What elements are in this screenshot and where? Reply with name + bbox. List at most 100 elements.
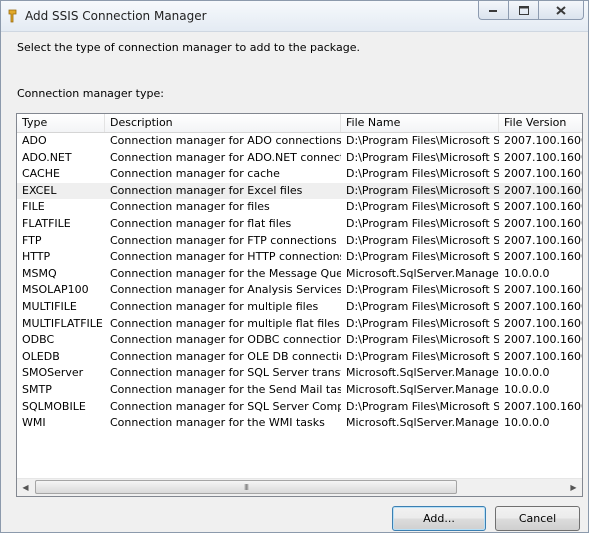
list-item[interactable]: MSOLAP100 Connection manager for Analysis… bbox=[17, 282, 582, 299]
connection-manager-list[interactable]: Type Description File Name File Version … bbox=[16, 113, 583, 497]
list-item[interactable]: WMI Connection manager for the WMI tasks M… bbox=[17, 415, 582, 432]
list-header: Type Description File Name File Version bbox=[17, 114, 582, 133]
cell-type: SMTP bbox=[22, 382, 52, 396]
cell-type: FTP bbox=[22, 233, 42, 247]
cell-type: MULTIFLATFILE bbox=[22, 316, 103, 330]
cell-description: Connection manager for Analysis Services… bbox=[110, 283, 341, 297]
cell-file-version: 2007.100.1600.22 bbox=[504, 333, 582, 347]
close-button[interactable] bbox=[538, 1, 584, 20]
window-title: Add SSIS Connection Manager bbox=[25, 9, 207, 23]
minimize-button[interactable] bbox=[478, 1, 508, 20]
list-rows: ADO Connection manager for ADO connection… bbox=[17, 133, 582, 432]
list-item[interactable]: MULTIFILE Connection manager for multiple… bbox=[17, 299, 582, 316]
cell-description: Connection manager for ODBC connections bbox=[110, 333, 341, 347]
cell-type: MULTIFILE bbox=[22, 299, 77, 313]
cell-file-name: D:\Program Files\Microsoft S... bbox=[346, 167, 499, 181]
horizontal-scrollbar[interactable]: ◀ III ▶ bbox=[17, 478, 582, 496]
cell-file-name: D:\Program Files\Microsoft S... bbox=[346, 183, 499, 197]
list-item[interactable]: FLATFILE Connection manager for flat file… bbox=[17, 216, 582, 233]
close-icon bbox=[556, 5, 566, 15]
cell-description: Connection manager for the Send Mail tas… bbox=[110, 382, 341, 396]
cell-file-name: D:\Program Files\Microsoft S... bbox=[346, 333, 499, 347]
cell-type: FLATFILE bbox=[22, 216, 71, 230]
add-button[interactable]: Add... bbox=[392, 506, 486, 531]
list-item[interactable]: MSMQ Connection manager for the Message Q… bbox=[17, 266, 582, 283]
cell-file-version: 2007.100.1600.22 bbox=[504, 250, 582, 264]
list-item[interactable]: SQLMOBILE Connection manager for SQL Serv… bbox=[17, 399, 582, 416]
list-item[interactable]: ODBC Connection manager for ODBC connecti… bbox=[17, 332, 582, 349]
cell-type: FILE bbox=[22, 200, 45, 214]
cell-file-name: D:\Program Files\Microsoft S... bbox=[346, 216, 499, 230]
cell-file-version: 2007.100.1600.22 bbox=[504, 399, 582, 413]
cell-file-name: Microsoft.SqlServer.Managed... bbox=[346, 416, 499, 430]
list-item[interactable]: SMOServer Connection manager for SQL Serv… bbox=[17, 365, 582, 382]
scrollbar-thumb[interactable]: III bbox=[35, 480, 457, 494]
cell-file-version: 2007.100.1600.22 bbox=[504, 316, 582, 330]
list-item[interactable]: FILE Connection manager for files D:\Progr… bbox=[17, 199, 582, 216]
scroll-right-arrow-icon[interactable]: ▶ bbox=[565, 479, 582, 496]
dialog-window: Add SSIS Connection Manager Select the t… bbox=[0, 0, 589, 533]
cell-description: Connection manager for SQL Server Compac… bbox=[110, 399, 341, 413]
minimize-icon bbox=[489, 10, 497, 12]
cell-type: WMI bbox=[22, 416, 46, 430]
cell-description: Connection manager for flat files bbox=[110, 216, 292, 230]
cell-type: MSMQ bbox=[22, 266, 57, 280]
cell-description: Connection manager for the WMI tasks bbox=[110, 416, 325, 430]
column-header-type[interactable]: Type bbox=[17, 114, 105, 132]
cell-file-version: 10.0.0.0 bbox=[504, 366, 550, 380]
cancel-button[interactable]: Cancel bbox=[495, 506, 580, 531]
cell-file-name: Microsoft.SqlServer.Managed... bbox=[346, 266, 499, 280]
cell-file-version: 10.0.0.0 bbox=[504, 266, 550, 280]
scrollbar-grip: III bbox=[243, 482, 249, 492]
cell-file-version: 2007.100.1600.22 bbox=[504, 167, 582, 181]
cell-description: Connection manager for ADO.NET connectio… bbox=[110, 150, 341, 164]
list-item[interactable]: SMTP Connection manager for the Send Mail… bbox=[17, 382, 582, 399]
cell-file-version: 2007.100.1600.22 bbox=[504, 150, 582, 164]
cell-type: SMOServer bbox=[22, 366, 84, 380]
list-item[interactable]: ADO Connection manager for ADO connection… bbox=[17, 133, 582, 150]
cell-description: Connection manager for multiple flat fil… bbox=[110, 316, 340, 330]
cell-file-name: D:\Program Files\Microsoft S... bbox=[346, 399, 499, 413]
list-item[interactable]: EXCEL Connection manager for Excel files D… bbox=[17, 182, 582, 200]
cell-file-version: 10.0.0.0 bbox=[504, 382, 550, 396]
cell-file-name: Microsoft.SqlServer.Managed... bbox=[346, 366, 499, 380]
scroll-left-arrow-icon[interactable]: ◀ bbox=[17, 479, 34, 496]
cell-file-name: D:\Program Files\Microsoft S... bbox=[346, 299, 499, 313]
cell-file-name: D:\Program Files\Microsoft S... bbox=[346, 233, 499, 247]
cell-description: Connection manager for the Message Queue… bbox=[110, 266, 341, 280]
connection-type-label: Connection manager type: bbox=[17, 87, 164, 100]
cell-file-version: 2007.100.1600.22 bbox=[504, 216, 582, 230]
cell-type: HTTP bbox=[22, 250, 51, 264]
cell-file-name: D:\Program Files\Microsoft S... bbox=[346, 134, 499, 147]
cell-file-name: D:\Program Files\Microsoft S... bbox=[346, 200, 499, 214]
cell-description: Connection manager for SQL Server transf… bbox=[110, 366, 341, 380]
cell-type: CACHE bbox=[22, 167, 60, 181]
cell-file-version: 10.0.0.0 bbox=[504, 416, 550, 430]
cell-type: SQLMOBILE bbox=[22, 399, 86, 413]
cell-description: Connection manager for FTP connections bbox=[110, 233, 337, 247]
list-item[interactable]: FTP Connection manager for FTP connection… bbox=[17, 233, 582, 250]
list-item[interactable]: ADO.NET Connection manager for ADO.NET co… bbox=[17, 150, 582, 167]
cell-file-name: D:\Program Files\Microsoft S... bbox=[346, 316, 499, 330]
maximize-button[interactable] bbox=[508, 1, 538, 20]
maximize-icon bbox=[518, 5, 529, 15]
cell-file-name: D:\Program Files\Microsoft S... bbox=[346, 150, 499, 164]
list-item[interactable]: HTTP Connection manager for HTTP connecti… bbox=[17, 249, 582, 266]
column-header-file-version[interactable]: File Version bbox=[499, 114, 582, 132]
list-item[interactable]: OLEDB Connection manager for OLE DB conne… bbox=[17, 349, 582, 366]
cell-file-name: D:\Program Files\Microsoft S... bbox=[346, 349, 499, 363]
instruction-text: Select the type of connection manager to… bbox=[17, 41, 360, 54]
cell-type: ADO bbox=[22, 134, 47, 147]
ssis-app-icon bbox=[7, 9, 18, 23]
cell-description: Connection manager for cache bbox=[110, 167, 280, 181]
cell-description: Connection manager for OLE DB connection… bbox=[110, 349, 341, 363]
cell-type: EXCEL bbox=[22, 183, 57, 197]
column-header-description[interactable]: Description bbox=[105, 114, 341, 132]
title-bar[interactable]: Add SSIS Connection Manager bbox=[1, 1, 588, 32]
cell-file-name: D:\Program Files\Microsoft S... bbox=[346, 283, 499, 297]
list-item[interactable]: CACHE Connection manager for cache D:\Prog… bbox=[17, 166, 582, 183]
column-header-file-name[interactable]: File Name bbox=[341, 114, 499, 132]
cell-file-version: 2007.100.1600.22 bbox=[504, 349, 582, 363]
cell-file-version: 2007.100.1600.22 bbox=[504, 283, 582, 297]
list-item[interactable]: MULTIFLATFILE Connection manager for mult… bbox=[17, 316, 582, 333]
